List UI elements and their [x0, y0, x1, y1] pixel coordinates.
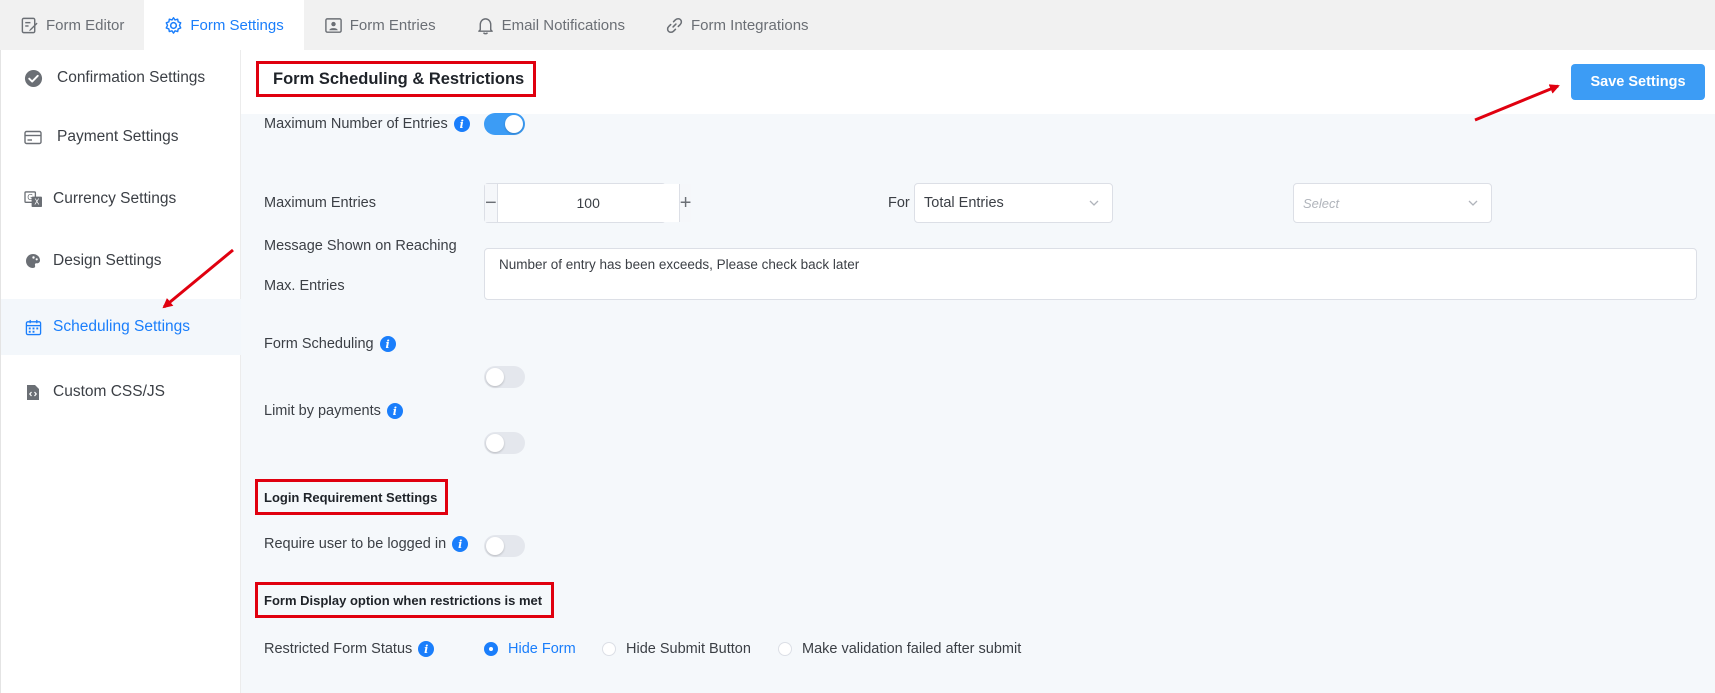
radio-hide-submit-button[interactable]: Hide Submit Button — [602, 639, 751, 659]
sidebar-item-label: Confirmation Settings — [57, 69, 206, 86]
form-scheduling-toggle[interactable] — [484, 366, 525, 388]
entries-type-select[interactable]: Total Entries — [914, 183, 1113, 223]
sidebar-item-label: Payment Settings — [57, 128, 179, 145]
sidebar-item-scheduling-settings[interactable]: Scheduling Settings — [1, 299, 242, 355]
sidebar-item-currency-settings[interactable]: GX Currency Settings — [1, 168, 242, 230]
radio-label: Make validation failed after submit — [802, 641, 1022, 657]
save-settings-button[interactable]: Save Settings — [1571, 64, 1705, 100]
period-select-placeholder: Select — [1303, 195, 1340, 211]
edit-icon — [21, 17, 38, 33]
calendar-icon — [23, 317, 43, 337]
radio-make-validation-failed[interactable]: Make validation failed after submit — [778, 639, 1021, 659]
sidebar-item-label: Scheduling Settings — [53, 318, 191, 335]
decrement-button[interactable]: − — [485, 184, 498, 222]
chevron-down-icon — [1089, 200, 1099, 206]
gear-icon — [165, 16, 182, 34]
sidebar-item-label: Currency Settings — [53, 190, 177, 207]
entries-type-value: Total Entries — [924, 195, 1004, 211]
radio-dot — [778, 642, 792, 656]
limit-payments-row-label: Limit by payments i — [264, 401, 403, 421]
restricted-status-row-label: Restricted Form Status i — [264, 639, 435, 659]
radio-dot — [484, 642, 498, 656]
form-scheduling-row-label: Form Scheduling i — [264, 334, 396, 354]
info-icon[interactable]: i — [379, 336, 396, 352]
restricted-status-label: Restricted Form Status — [264, 641, 413, 657]
sidebar-item-label: Custom CSS/JS — [53, 383, 165, 400]
sidebar-item-design-settings[interactable]: Design Settings — [1, 230, 242, 292]
info-icon[interactable]: i — [453, 116, 470, 132]
tab-label: Email Notifications — [501, 16, 625, 34]
settings-header: Form Scheduling & Restrictions Save Sett… — [241, 50, 1715, 114]
max-entries-stepper: − + — [484, 183, 692, 223]
max-entries-toggle-label: Maximum Number of Entries — [264, 116, 448, 132]
sidebar-item-custom-css-js[interactable]: Custom CSS/JS — [1, 361, 242, 423]
limit-payments-label: Limit by payments — [264, 403, 381, 419]
section-title-text: Form Display option when restrictions is… — [264, 592, 543, 608]
period-select[interactable]: Select — [1293, 183, 1492, 223]
bell-icon — [477, 17, 493, 34]
radio-label: Hide Form — [508, 641, 576, 657]
chevron-down-icon — [1468, 200, 1478, 206]
palette-icon — [23, 251, 43, 271]
radio-hide-form[interactable]: Hide Form — [484, 639, 576, 659]
max-entries-toggle-row-label: Maximum Number of Entries i — [264, 114, 470, 134]
increment-button[interactable]: + — [678, 184, 692, 222]
message-label-line1: Message Shown on Reaching — [264, 238, 457, 254]
require-login-toggle[interactable] — [484, 535, 525, 557]
max-entries-toggle[interactable] — [484, 113, 525, 135]
tab-label: Form Integrations — [690, 16, 809, 34]
radio-label: Hide Submit Button — [626, 641, 751, 657]
info-icon[interactable]: i — [386, 403, 403, 419]
display-option-section-title: Form Display option when restrictions is… — [255, 582, 554, 618]
check-circle-icon — [23, 68, 43, 88]
user-card-icon — [324, 17, 342, 33]
svg-text:X: X — [34, 197, 39, 206]
link-icon — [666, 17, 683, 33]
tab-label: Form Editor — [46, 16, 125, 34]
login-requirement-section-title: Login Requirement Settings — [255, 479, 448, 515]
currency-icon: GX — [23, 189, 43, 209]
scheduling-settings-panel: Maximum Number of Entries i Maximum Entr… — [241, 113, 1715, 693]
sidebar-item-label: Design Settings — [53, 252, 162, 269]
message-label-line2: Max. Entries — [264, 278, 345, 294]
sidebar-item-payment-settings[interactable]: Payment Settings — [1, 106, 242, 168]
settings-sidebar: Confirmation Settings Payment Settings G… — [0, 50, 242, 693]
require-login-row-label: Require user to be logged in i — [264, 534, 469, 554]
info-icon[interactable]: i — [452, 536, 469, 552]
radio-dot — [602, 642, 616, 656]
tab-form-settings[interactable]: Form Settings — [144, 0, 304, 50]
top-tab-bar: Form Editor Form Settings Form Entries E… — [0, 0, 1715, 50]
for-label: For — [888, 195, 910, 211]
tab-label: Form Entries — [349, 16, 436, 34]
section-title-text: Login Requirement Settings — [264, 489, 438, 505]
max-entries-input[interactable] — [497, 184, 679, 222]
card-icon — [23, 127, 43, 147]
tab-email-notifications[interactable]: Email Notifications — [456, 0, 645, 50]
tab-form-editor[interactable]: Form Editor — [0, 0, 144, 50]
page-title: Form Scheduling & Restrictions — [256, 61, 536, 97]
tab-form-entries[interactable]: Form Entries — [304, 0, 456, 50]
limit-payments-toggle[interactable] — [484, 432, 525, 454]
code-file-icon — [23, 382, 43, 402]
require-login-label: Require user to be logged in — [264, 536, 447, 552]
limit-message-textarea[interactable] — [484, 248, 1697, 300]
tab-form-integrations[interactable]: Form Integrations — [645, 0, 829, 50]
info-icon[interactable]: i — [418, 641, 435, 657]
form-scheduling-label: Form Scheduling — [264, 336, 374, 352]
sidebar-item-confirmation-settings[interactable]: Confirmation Settings — [1, 50, 242, 106]
tab-label: Form Settings — [190, 16, 284, 34]
max-entries-label: Maximum Entries — [264, 195, 376, 211]
